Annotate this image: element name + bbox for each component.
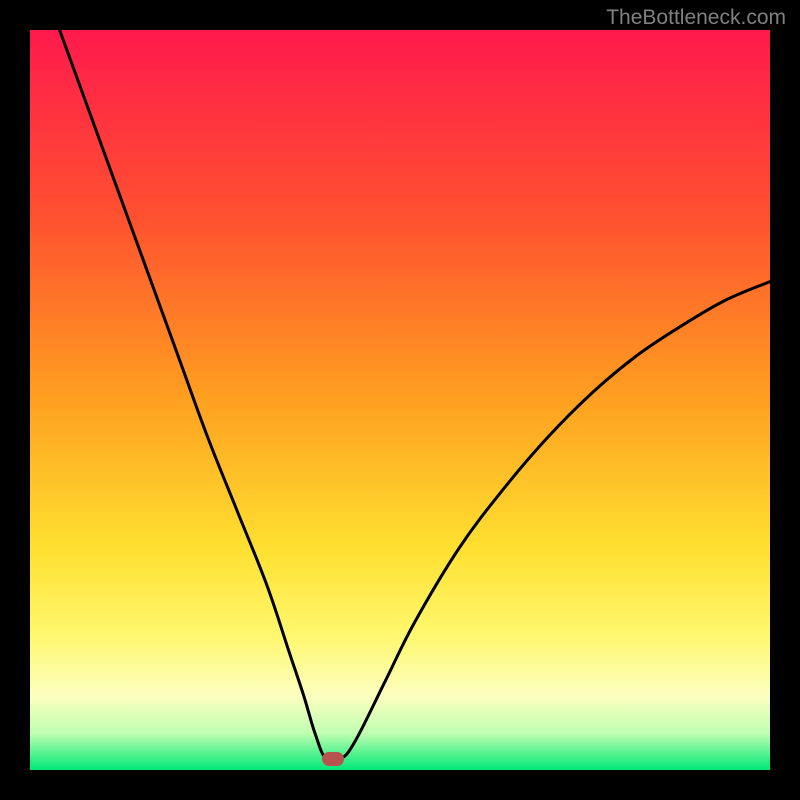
watermark-text: TheBottleneck.com [606, 6, 786, 30]
bottleneck-curve [30, 30, 770, 770]
plot-area [30, 30, 770, 770]
optimal-point-marker [322, 752, 344, 766]
